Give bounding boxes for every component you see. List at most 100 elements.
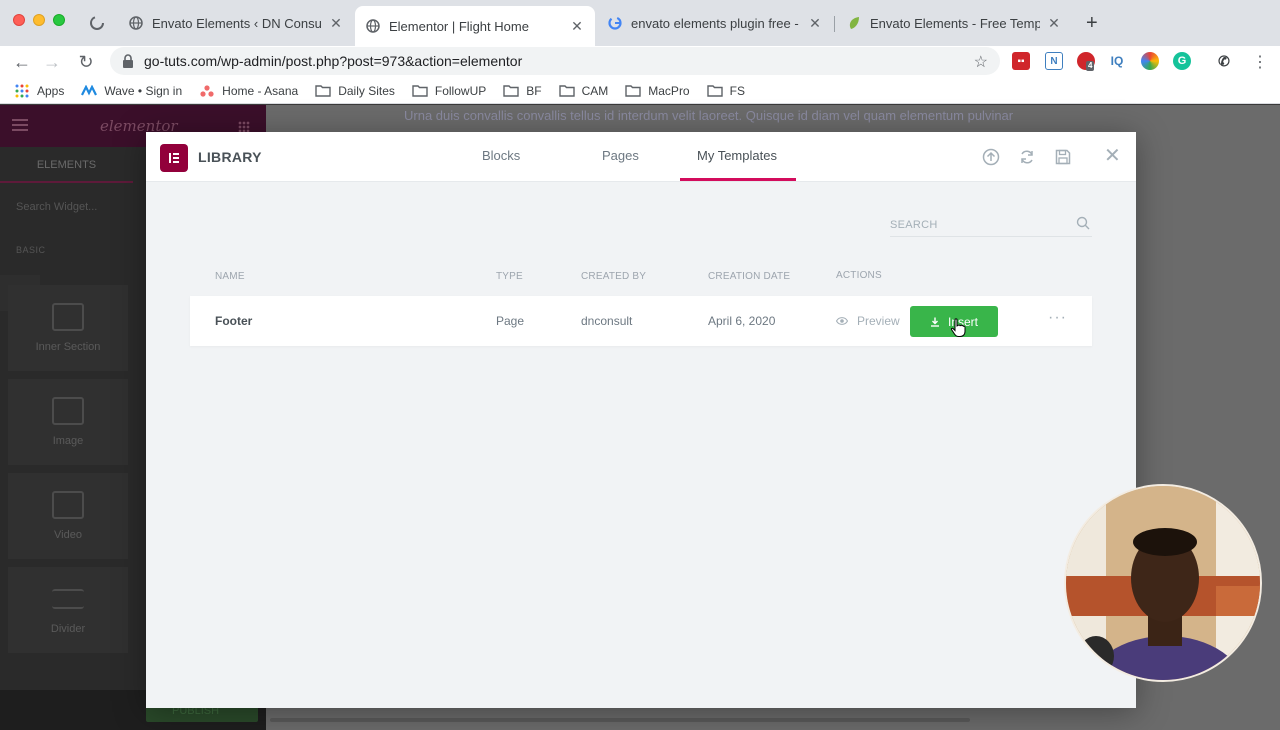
google-icon — [607, 15, 623, 31]
eye-icon — [836, 317, 848, 325]
template-author: dnconsult — [581, 314, 633, 328]
browser-tab-google-search[interactable]: envato elements plugin free - G ✕ — [597, 8, 833, 38]
column-header-actions: ACTIONS — [836, 270, 882, 281]
window-close-button[interactable] — [13, 14, 25, 26]
browser-tab-elementor-flight-home[interactable]: Elementor | Flight Home ✕ — [355, 6, 595, 46]
bookmark-fs[interactable]: FS — [706, 83, 745, 98]
bookmark-apps[interactable]: Apps — [14, 84, 64, 98]
browser-tab-strip: Envato Elements ‹ DN Consult ✕ Elementor… — [0, 0, 1280, 46]
bookmark-label: Wave • Sign in — [104, 83, 183, 98]
new-tab-button[interactable]: + — [1086, 12, 1098, 35]
tab-close-icon[interactable]: ✕ — [328, 15, 344, 32]
template-date: April 6, 2020 — [708, 314, 776, 328]
extension-badge: 4 — [1086, 61, 1095, 71]
bookmark-asana[interactable]: Home - Asana — [199, 84, 298, 98]
window-zoom-button[interactable] — [53, 14, 65, 26]
webcam-overlay — [1064, 484, 1262, 682]
library-title: LIBRARY — [198, 149, 262, 165]
bookmark-wave[interactable]: Wave • Sign in — [81, 84, 182, 98]
library-header: LIBRARY Blocks Pages My Templates ✕ — [146, 132, 1136, 182]
widget-label: Image — [52, 435, 84, 447]
tab-title: envato elements plugin free - G — [631, 15, 801, 31]
asana-icon — [199, 84, 215, 98]
template-search[interactable] — [890, 215, 1092, 237]
folder-icon — [625, 84, 641, 98]
column-header-name: NAME — [215, 271, 245, 282]
apps-grid-icon — [14, 84, 30, 98]
inner-section-icon — [52, 303, 84, 331]
active-tab-indicator — [680, 178, 796, 181]
extension-red-icon[interactable]: ▪▪ — [1012, 52, 1030, 70]
bookmark-label: FS — [729, 83, 745, 98]
extension-iq-icon[interactable]: IQ — [1108, 52, 1126, 70]
bookmark-label: Home - Asana — [222, 83, 299, 98]
bookmark-followup[interactable]: FollowUP — [412, 84, 486, 98]
url-text: go-tuts.com/wp-admin/post.php?post=973&a… — [144, 53, 523, 69]
column-header-type: TYPE — [496, 271, 523, 282]
upload-icon[interactable] — [982, 148, 1000, 166]
tab-close-icon[interactable]: ✕ — [807, 15, 823, 32]
page-preview-text: Urna duis convallis convallis tellus id … — [404, 108, 1014, 123]
tab-title: Elementor | Flight Home — [389, 18, 529, 34]
bookmark-bf[interactable]: BF — [503, 84, 542, 98]
hamburger-menu-icon[interactable] — [12, 119, 28, 131]
close-icon[interactable]: ✕ — [1104, 146, 1121, 166]
more-options-icon[interactable]: ··· — [1048, 309, 1067, 327]
search-icon — [1076, 216, 1090, 230]
bookmark-label: CAM — [581, 83, 609, 98]
widget-label: Inner Section — [35, 341, 101, 353]
tab-blocks[interactable]: Blocks — [482, 148, 520, 163]
widget-image[interactable]: Image — [8, 379, 128, 465]
elementor-icon — [160, 144, 188, 172]
bookmark-label: MacPro — [648, 83, 690, 98]
bookmark-star-icon[interactable]: ☆ — [974, 52, 988, 72]
grammarly-icon[interactable]: G — [1173, 52, 1191, 70]
bookmark-macpro[interactable]: MacPro — [625, 83, 690, 98]
template-type: Page — [496, 314, 525, 328]
wave-icon — [81, 84, 98, 98]
widget-category-label: BASIC — [16, 245, 46, 255]
search-input[interactable] — [890, 219, 1070, 231]
browser-tab-envato-dn-consult[interactable]: Envato Elements ‹ DN Consult ✕ — [118, 8, 354, 38]
preview-button[interactable]: Preview — [836, 314, 900, 328]
bookmark-label: Apps — [37, 83, 65, 98]
widget-search-input[interactable]: Search Widget... — [16, 201, 97, 213]
sync-icon[interactable] — [1018, 148, 1036, 166]
column-header-creation-date: CREATION DATE — [708, 271, 791, 282]
horizontal-scrollbar[interactable] — [266, 716, 1280, 724]
divider-icon — [52, 589, 84, 609]
panel-tab-elements[interactable]: ELEMENTS — [0, 147, 133, 183]
widget-label: Video — [54, 529, 82, 541]
bookmark-label: Daily Sites — [338, 83, 395, 98]
bookmark-label: FollowUP — [434, 83, 487, 98]
globe-icon — [128, 15, 144, 31]
window-minimize-button[interactable] — [33, 14, 45, 26]
widget-video[interactable]: Video — [8, 473, 128, 559]
download-icon — [930, 317, 939, 327]
reload-icon[interactable]: ↻ — [74, 50, 98, 74]
widget-inner-section[interactable]: Inner Section — [8, 285, 128, 371]
more-vertical-icon[interactable]: ⋮ — [1248, 50, 1272, 74]
template-library-modal: LIBRARY Blocks Pages My Templates ✕ NAME… — [146, 132, 1136, 708]
bookmark-cam[interactable]: CAM — [558, 83, 609, 98]
widget-divider[interactable]: Divider — [8, 567, 128, 653]
address-bar[interactable]: go-tuts.com/wp-admin/post.php?post=973&a… — [110, 47, 1000, 75]
template-name: Footer — [215, 314, 253, 328]
column-header-created-by: CREATED BY — [581, 271, 647, 282]
extension-color-icon[interactable] — [1141, 52, 1159, 70]
bookmark-daily-sites[interactable]: Daily Sites — [315, 84, 395, 98]
tab-pages[interactable]: Pages — [602, 148, 639, 163]
adblock-icon[interactable]: 4 — [1077, 52, 1095, 71]
tab-title: Envato Elements ‹ DN Consult — [152, 15, 322, 31]
back-arrow-icon[interactable]: ← — [10, 50, 34, 74]
browser-tab-envato-free-templates[interactable]: Envato Elements - Free Templa ✕ — [836, 8, 1072, 38]
save-icon[interactable] — [1054, 148, 1072, 166]
folder-icon — [706, 84, 723, 98]
extension-n-icon[interactable]: N — [1045, 52, 1063, 70]
tab-close-icon[interactable]: ✕ — [569, 18, 585, 35]
tab-my-templates[interactable]: My Templates — [697, 148, 777, 163]
extension-puzzle-icon[interactable]: ✆ — [1215, 52, 1233, 70]
browser-toolbar: ← → ↻ go-tuts.com/wp-admin/post.php?post… — [0, 46, 1280, 78]
tab-close-icon[interactable]: ✕ — [1046, 15, 1062, 32]
forward-arrow-icon[interactable]: → — [40, 50, 64, 74]
